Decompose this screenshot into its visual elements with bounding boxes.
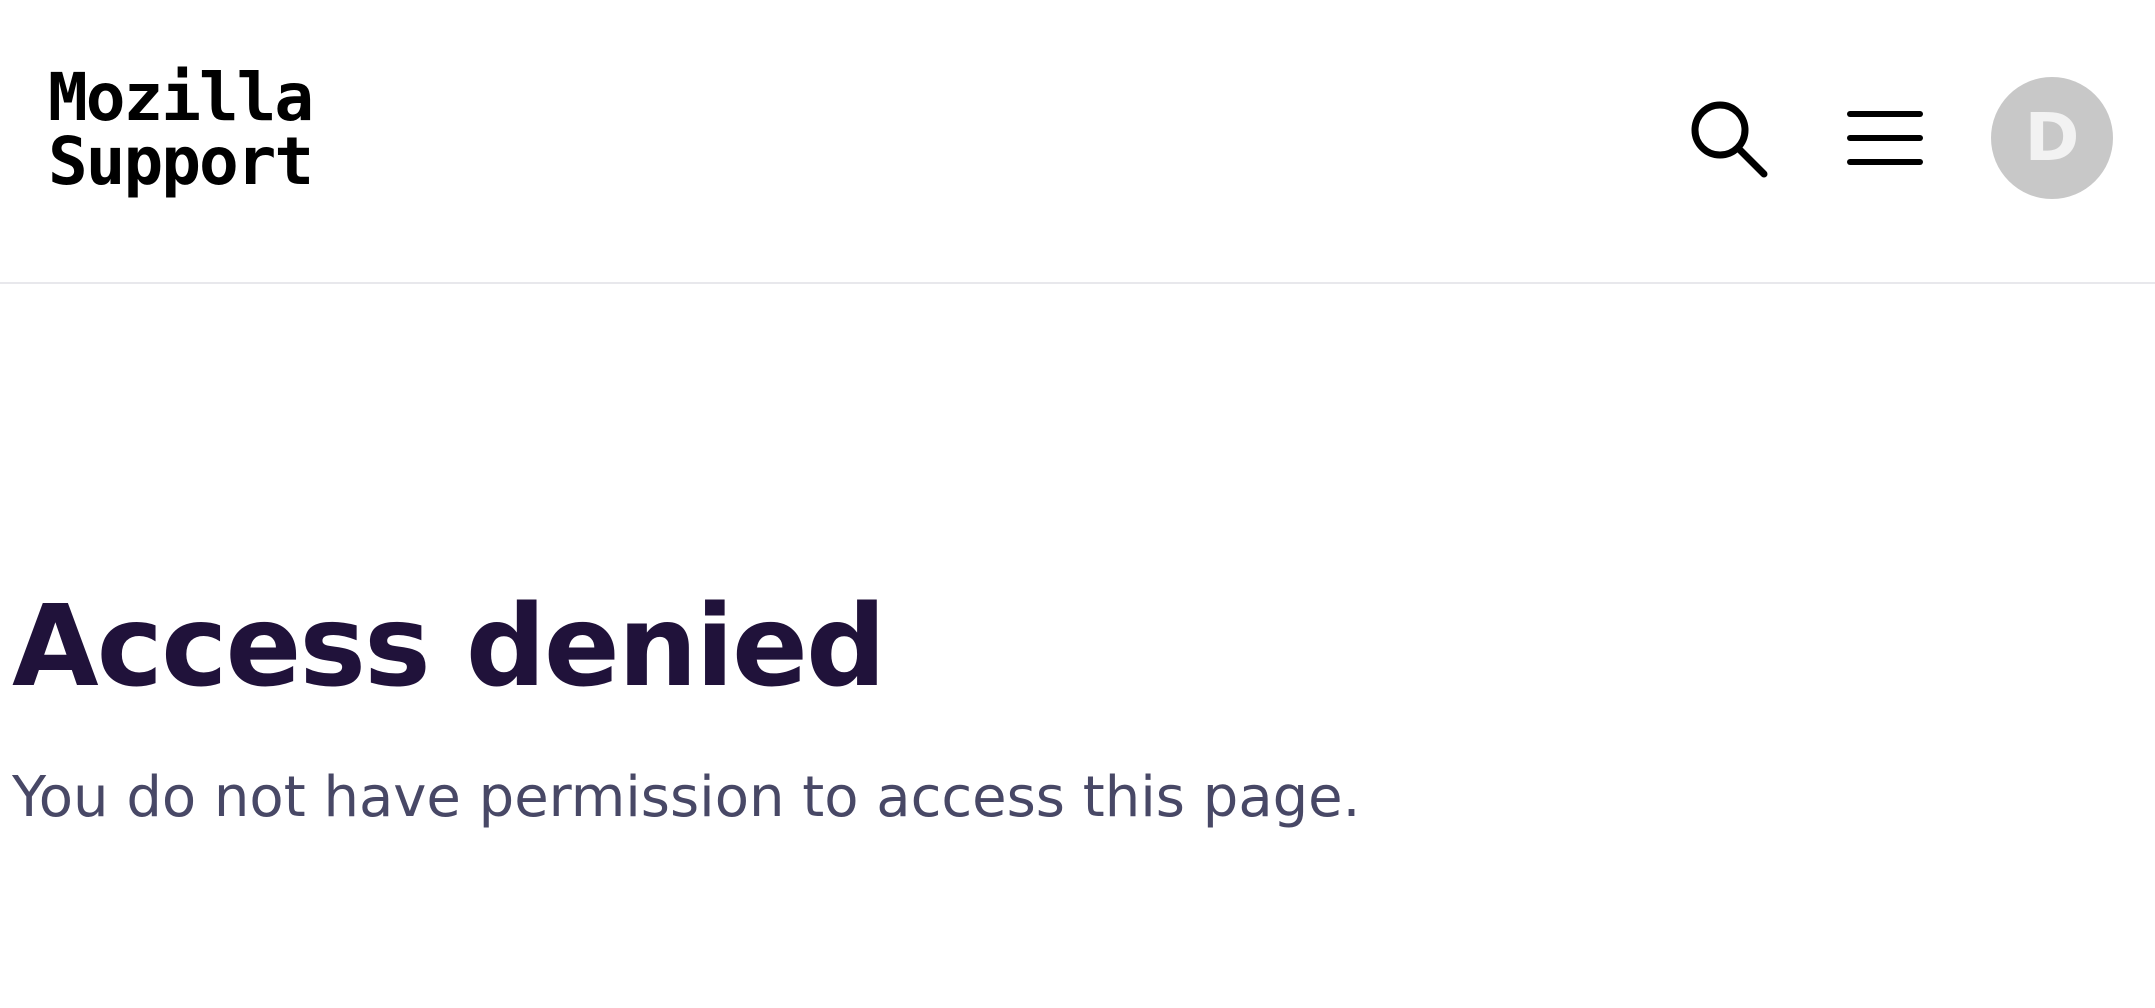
hamburger-menu-icon	[1847, 111, 1923, 165]
page-title: Access denied	[12, 582, 886, 712]
logo-line-support: Support	[48, 123, 314, 200]
search-icon	[1691, 101, 1768, 178]
search-button[interactable]	[1686, 96, 1770, 180]
access-denied-message: You do not have permission to access thi…	[12, 765, 1361, 830]
logo-line-mozilla: Mozilla	[48, 59, 314, 136]
menu-button[interactable]	[1846, 108, 1924, 168]
site-header: Mozilla Support D	[0, 0, 2155, 284]
user-avatar[interactable]: D	[1991, 77, 2113, 199]
mozilla-support-logo[interactable]: Mozilla Support	[48, 59, 314, 200]
